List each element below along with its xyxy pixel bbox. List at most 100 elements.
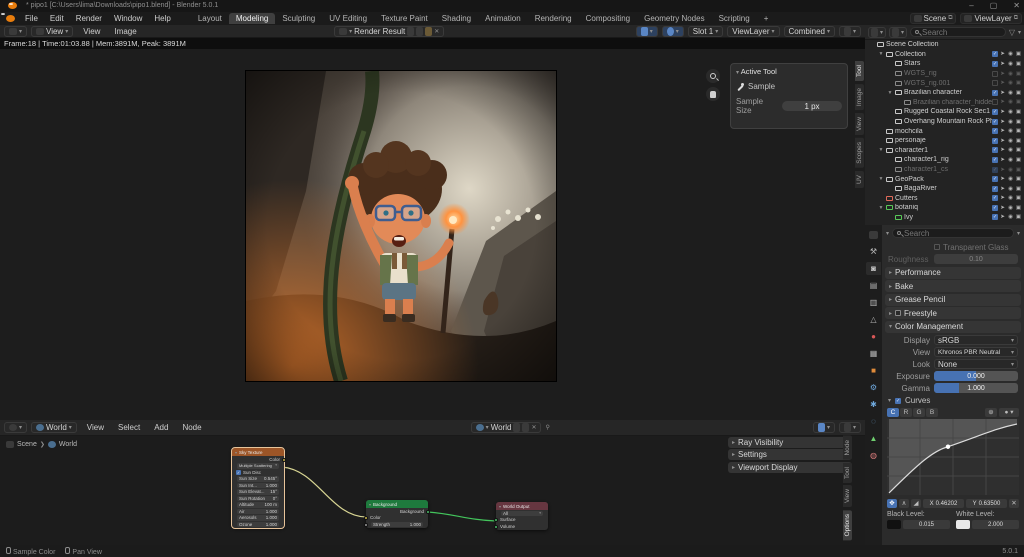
output-target-dropdown[interactable]: All ▾ xyxy=(501,510,543,516)
sky-field-air[interactable]: Air 1.000 xyxy=(237,508,279,514)
workspace-tab-shading[interactable]: Shading xyxy=(435,13,478,24)
visibility-icon[interactable]: ◉ xyxy=(1007,51,1014,57)
exclude-checkbox[interactable] xyxy=(992,70,998,77)
scene-properties-tab[interactable]: △ xyxy=(866,313,881,326)
exclude-checkbox[interactable]: ✓ xyxy=(992,195,998,202)
transparent-glass-checkbox[interactable] xyxy=(934,244,940,250)
properties-editor-type-dropdown[interactable] xyxy=(866,228,881,241)
pin-icon[interactable]: ⚲ xyxy=(545,424,549,431)
world-output-node[interactable]: ▾ World Output All ▾ Surface Volume xyxy=(494,502,548,530)
visibility-icon[interactable]: ◉ xyxy=(1007,119,1014,125)
workspace-tab-sculpting[interactable]: Sculpting xyxy=(275,13,322,24)
exclude-checkbox[interactable]: ✓ xyxy=(992,204,998,211)
outliner-row-mochcila[interactable]: mochcila ✓ ➤ ◉ ▣ xyxy=(865,126,1024,136)
menu-render[interactable]: Render xyxy=(70,13,108,24)
menu-edit[interactable]: Edit xyxy=(44,13,70,24)
selectable-icon[interactable]: ➤ xyxy=(999,80,1006,86)
sky-texture-node[interactable]: ▾ Sky Texture Color Multiple Scattering ▾ … xyxy=(231,447,286,529)
outliner-row-character1[interactable]: ▼ character1 ✓ ➤ ◉ ▣ xyxy=(865,146,1024,156)
visibility-icon[interactable]: ◉ xyxy=(1007,176,1014,182)
display-device-dropdown[interactable]: sRGB ▾ xyxy=(934,335,1018,345)
visibility-icon[interactable]: ◉ xyxy=(1007,195,1014,201)
image-sidebar-tab-image[interactable]: Image xyxy=(855,83,864,111)
selectable-icon[interactable]: ➤ xyxy=(999,119,1006,125)
point-y-field[interactable]: Y 0.63500 xyxy=(966,499,1007,508)
sample-size-field[interactable]: 1 px xyxy=(782,101,842,111)
outliner-row-collection[interactable]: ▼ Collection ✓ ➤ ◉ ▣ xyxy=(865,50,1024,60)
outliner-row-scene-collection[interactable]: Scene Collection xyxy=(865,40,1024,50)
sky-texture-node-header[interactable]: ▾ Sky Texture xyxy=(232,448,284,456)
breadcrumb-scene[interactable]: Scene xyxy=(17,441,37,448)
world-datablock[interactable]: ▾ World ✕ xyxy=(470,422,542,433)
view-transform-dropdown[interactable]: Khronos PBR Neutral ▾ xyxy=(934,347,1018,357)
exclude-checkbox[interactable]: ✓ xyxy=(992,51,998,58)
outliner-row-geopack[interactable]: ▼ GeoPack ✓ ➤ ◉ ▣ xyxy=(865,174,1024,184)
node-panel-settings[interactable]: ▸ Settings xyxy=(728,449,852,460)
channel-button-g[interactable]: G xyxy=(913,408,925,417)
shader-type-dropdown[interactable]: World ▾ xyxy=(31,422,77,433)
view-layer-selector[interactable]: ViewLayer ⧉ xyxy=(960,13,1022,24)
selectable-icon[interactable]: ➤ xyxy=(999,99,1006,105)
white-level-value[interactable]: 2.000 xyxy=(972,520,1019,529)
node-editor-menu-select[interactable]: Select xyxy=(112,422,146,433)
background-output-socket[interactable] xyxy=(426,509,430,514)
channel-button-r[interactable]: R xyxy=(900,408,912,417)
visibility-icon[interactable]: ◉ xyxy=(1007,90,1014,96)
outliner-row-personaje[interactable]: personaje ✓ ➤ ◉ ▣ xyxy=(865,136,1024,146)
outliner-display-mode-dropdown[interactable]: ▾ xyxy=(868,26,887,38)
curve-tool-button-2[interactable]: ∧ xyxy=(899,499,909,508)
render-visibility-icon[interactable]: ▣ xyxy=(1015,186,1022,192)
panel-freestyle[interactable]: ▸ Freestyle xyxy=(885,307,1021,319)
layer-dropdown[interactable]: ViewLayer ▾ xyxy=(727,25,780,37)
visibility-icon[interactable]: ◉ xyxy=(1007,147,1014,153)
surface-input-socket[interactable] xyxy=(494,518,498,522)
node-panel-ray-visibility[interactable]: ▸ Ray Visibility xyxy=(728,436,852,448)
visibility-icon[interactable]: ◉ xyxy=(1007,128,1014,134)
strength-field[interactable]: Strength 1.000 xyxy=(371,521,423,527)
render-visibility-icon[interactable]: ▣ xyxy=(1015,167,1022,173)
new-image-icon[interactable] xyxy=(416,26,424,36)
workspace-tab-uv-editing[interactable]: UV Editing xyxy=(322,13,374,24)
overlays-toggle[interactable]: ▾ xyxy=(838,422,861,433)
sky-field-aerosols[interactable]: Aerosols 1.000 xyxy=(237,515,279,521)
selectable-icon[interactable]: ➤ xyxy=(999,71,1006,77)
workspace-tab-scripting[interactable]: Scripting xyxy=(712,13,757,24)
selectable-icon[interactable]: ➤ xyxy=(999,138,1006,144)
outliner-search-input[interactable]: Search xyxy=(910,27,1006,37)
exclude-checkbox[interactable]: ✓ xyxy=(992,185,998,192)
exclude-checkbox[interactable]: ✓ xyxy=(992,147,998,154)
active-tool-panel-header[interactable]: ▾ Active Tool xyxy=(736,67,842,76)
sky-field-sun-int-[interactable]: Sun Int... 1.000 xyxy=(237,482,279,488)
sky-field-sun-size[interactable]: Sun Size 0.545° xyxy=(237,476,279,482)
exclude-checkbox[interactable]: ✓ xyxy=(992,156,998,163)
menu-help[interactable]: Help xyxy=(148,13,176,24)
visibility-icon[interactable]: ◉ xyxy=(1007,109,1014,115)
node-sidebar-tab-node[interactable]: Node xyxy=(843,436,852,460)
render-visibility-icon[interactable]: ▣ xyxy=(1015,195,1022,201)
render-visibility-icon[interactable]: ▣ xyxy=(1015,61,1022,67)
render-visibility-icon[interactable]: ▣ xyxy=(1015,176,1022,182)
exclude-checkbox[interactable]: ✓ xyxy=(992,166,998,173)
exclude-checkbox[interactable]: ✓ xyxy=(992,89,998,96)
visibility-icon[interactable]: ◉ xyxy=(1007,214,1014,220)
node-editor-type-dropdown[interactable]: ▾ xyxy=(4,422,28,433)
curve-zoom-icon[interactable]: ⊕ xyxy=(985,408,997,417)
curve-tool-button-3[interactable]: ◢ xyxy=(911,499,921,508)
output-properties-tab[interactable]: ▤ xyxy=(866,279,881,292)
modifiers-properties-tab[interactable]: ⚙ xyxy=(866,381,881,394)
image-canvas[interactable]: ▾ Active Tool Sample Sample Size 1 px To… xyxy=(0,49,865,420)
workspace-tab-animation[interactable]: Animation xyxy=(478,13,528,24)
selectable-icon[interactable]: ➤ xyxy=(999,195,1006,201)
black-level-value[interactable]: 0.015 xyxy=(903,520,950,529)
sky-type-dropdown[interactable]: Multiple Scattering ▾ xyxy=(237,463,279,469)
open-image-icon[interactable] xyxy=(425,26,433,36)
outliner-row-overhang-mountain-rock-ph[interactable]: Overhang Mountain Rock Ph ✓ ➤ ◉ ▣ xyxy=(865,117,1024,127)
sky-field-sun-elevat-[interactable]: Sun Elevat... 15° xyxy=(237,489,279,495)
image-datablock[interactable]: ▾ Render Result ✕ xyxy=(334,25,445,37)
pass-dropdown[interactable]: Combined ▾ xyxy=(783,25,835,37)
outliner-row-ivy[interactable]: Ivy ✓ ➤ ◉ ▣ xyxy=(865,213,1024,223)
new-world-icon[interactable] xyxy=(522,423,530,432)
render-visibility-icon[interactable]: ▣ xyxy=(1015,205,1022,211)
volume-input-socket[interactable] xyxy=(494,524,498,529)
visibility-icon[interactable]: ◉ xyxy=(1007,157,1014,163)
